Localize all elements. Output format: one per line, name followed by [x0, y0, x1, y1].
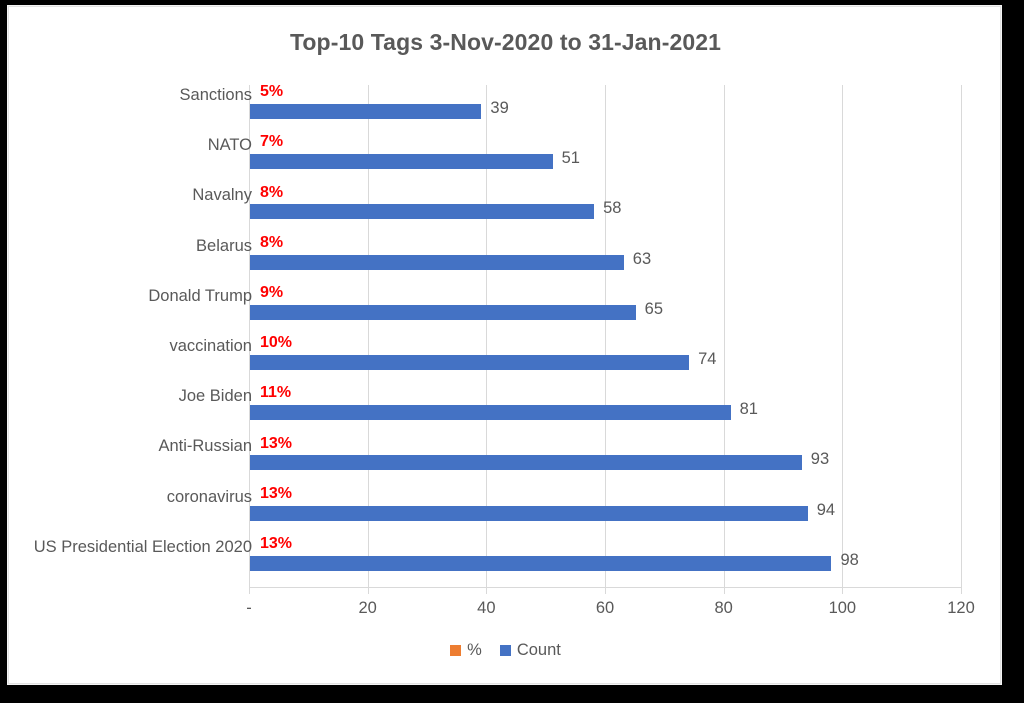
x-axis-tick: [367, 588, 369, 594]
percent-data-label: 5%: [260, 83, 284, 101]
bar-row: Belarus 8% 63: [9, 233, 1000, 286]
bar-row: Donald Trump 9% 65: [9, 283, 1000, 336]
percent-data-label: 8%: [260, 183, 284, 201]
bar-row: Anti-Russian 13% 93: [9, 434, 1000, 486]
percent-data-label: 10%: [260, 334, 293, 352]
x-axis-tick-label: 20: [358, 599, 377, 617]
legend-swatch-icon: [450, 645, 462, 656]
x-axis-tick: [961, 588, 962, 594]
category-axis-label: Donald Trump: [148, 286, 252, 305]
count-data-label: 74: [698, 350, 717, 369]
chart-title: Top-10 Tags 3-Nov-2020 to 31-Jan-2021: [289, 29, 722, 55]
category-axis-label: vaccination: [169, 337, 252, 356]
bar-row: Sanctions 5% 39: [9, 83, 1000, 135]
bar-count: [250, 104, 482, 120]
count-data-label: 58: [603, 199, 622, 218]
bar-row: Joe Biden 11% 81: [9, 384, 1000, 436]
bar-count: [250, 355, 690, 371]
bar-row: US Presidential Election 2020 13% 98: [9, 534, 1000, 587]
category-axis-label: Sanctions: [179, 86, 252, 105]
count-data-label: 39: [490, 99, 509, 118]
percent-data-label: 8%: [260, 233, 284, 251]
x-axis-tick-label: 80: [714, 599, 733, 617]
category-axis-label: US Presidential Election 2020: [33, 537, 252, 556]
x-axis-tick: [486, 588, 488, 594]
chart-card: Top-10 Tags 3-Nov-2020 to 31-Jan-2021 - 2…: [8, 6, 1001, 684]
legend-label: %: [467, 641, 482, 659]
bar-row: coronavirus 13% 94: [9, 484, 1000, 537]
legend-swatch-icon: [499, 645, 511, 656]
count-data-label: 94: [816, 500, 836, 519]
percent-data-label: 13%: [260, 484, 293, 502]
bar-count: [250, 405, 731, 421]
category-axis-label: coronavirus: [166, 487, 252, 506]
count-data-label: 65: [644, 299, 664, 318]
category-axis-label: NATO: [207, 136, 252, 155]
bar-count: [250, 154, 553, 170]
count-data-label: 98: [840, 550, 859, 569]
x-axis-tick: [249, 588, 250, 594]
category-axis-label: Joe Biden: [178, 387, 252, 406]
chart-screenshot: Top-10 Tags 3-Nov-2020 to 31-Jan-2021 - 2…: [0, 0, 1024, 703]
category-axis-label: Navalny: [192, 186, 252, 205]
bar-count: [250, 455, 802, 471]
x-axis-tick: [842, 588, 844, 594]
bar-count: [250, 204, 595, 220]
count-data-label: 63: [632, 249, 652, 268]
bar-count: [250, 505, 808, 521]
percent-data-label: 13%: [260, 534, 293, 552]
legend-item[interactable]: %: [450, 641, 482, 660]
legend-label: Count: [516, 641, 561, 659]
count-data-label: 51: [561, 149, 580, 168]
bar-row: NATO 7% 51: [9, 133, 1000, 185]
bar-count: [250, 254, 624, 270]
chart-legend: % Count: [9, 641, 1002, 660]
percent-data-label: 11%: [260, 384, 292, 402]
count-data-label: 81: [739, 400, 758, 419]
x-axis-tick-label: 40: [477, 599, 496, 617]
count-data-label: 93: [810, 450, 830, 469]
legend-item[interactable]: Count: [499, 641, 561, 660]
x-axis-tick-label: 120: [947, 599, 975, 617]
x-axis-tick-label: 100: [828, 599, 857, 617]
bar-count: [250, 304, 636, 320]
percent-data-label: 7%: [260, 133, 284, 151]
x-axis-tick-label: -: [246, 599, 252, 617]
x-axis-tick: [605, 588, 606, 594]
percent-data-label: 9%: [260, 283, 284, 301]
category-axis-label: Belarus: [196, 236, 252, 255]
bar-row: vaccination 10% 74: [9, 334, 1000, 386]
percent-data-label: 13%: [260, 434, 293, 452]
bar-row: Navalny 8% 58: [9, 183, 1000, 235]
category-axis-label: Anti-Russian: [158, 437, 252, 456]
x-axis-tick: [723, 588, 725, 594]
bar-count: [250, 555, 832, 571]
x-axis-tick-label: 60: [595, 599, 615, 617]
